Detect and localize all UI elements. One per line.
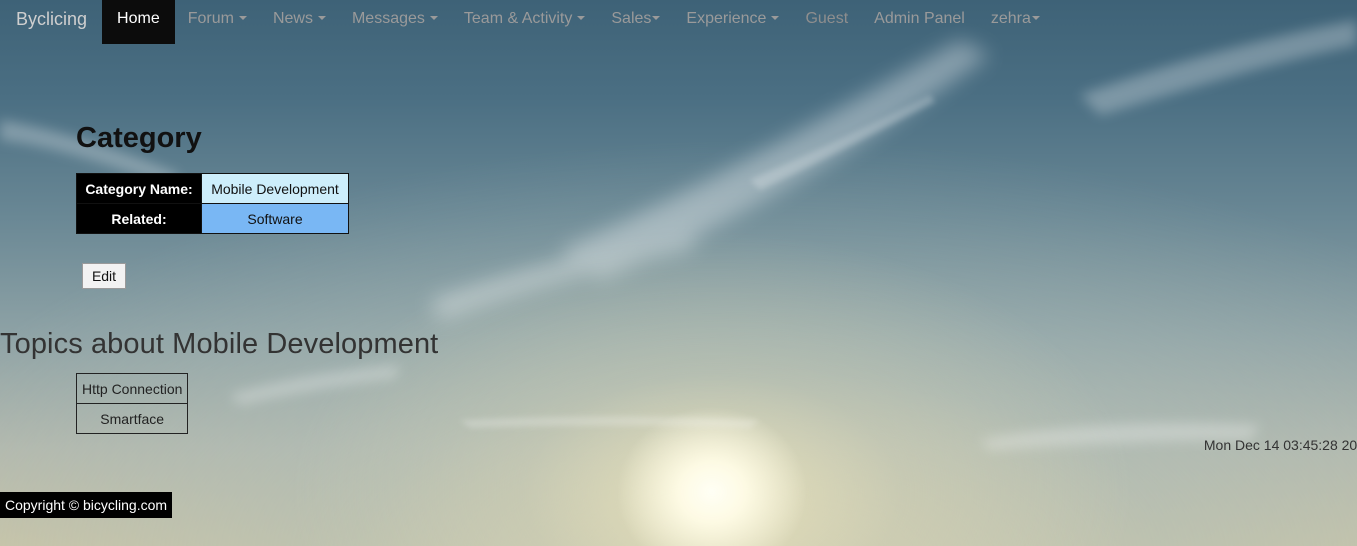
topics-heading: Topics about Mobile Development bbox=[0, 328, 439, 360]
brand-link[interactable]: Byclicing bbox=[0, 0, 102, 44]
related-value[interactable]: Software bbox=[201, 203, 349, 234]
top-navbar: Byclicing Home Forum News Messages Team … bbox=[0, 0, 1357, 44]
caret-down-icon bbox=[238, 15, 247, 20]
related-label: Related: bbox=[76, 203, 202, 234]
caret-down-icon bbox=[771, 15, 780, 20]
topics-table: Http Connection Smartface bbox=[75, 373, 189, 434]
nav-admin-panel-label: Admin Panel bbox=[874, 10, 965, 27]
topic-row: Http Connection bbox=[75, 373, 189, 404]
page-title: Category bbox=[76, 122, 202, 154]
nav-news[interactable]: News bbox=[260, 0, 339, 44]
edit-button[interactable]: Edit bbox=[82, 263, 126, 289]
nav-team-activity-label: Team & Activity bbox=[463, 10, 573, 27]
category-name-label: Category Name: bbox=[76, 173, 202, 204]
sky-background bbox=[0, 20, 1357, 450]
nav-admin-panel[interactable]: Admin Panel bbox=[861, 0, 978, 44]
nav-forum-label: Forum bbox=[187, 10, 234, 27]
nav-home-label: Home bbox=[117, 10, 160, 27]
nav-messages[interactable]: Messages bbox=[339, 0, 451, 44]
caret-down-icon bbox=[1031, 15, 1040, 20]
nav-guest-label: Guest bbox=[805, 10, 849, 27]
nav-sales[interactable]: Sales bbox=[598, 0, 673, 44]
nav-news-label: News bbox=[272, 10, 313, 27]
nav-guest[interactable]: Guest bbox=[792, 0, 861, 44]
clock-timestamp: Mon Dec 14 03:45:28 201 bbox=[1203, 437, 1357, 453]
caret-down-icon bbox=[577, 15, 586, 20]
nav-sales-label: Sales bbox=[611, 10, 652, 27]
category-name-row: Category Name: Mobile Development bbox=[76, 173, 349, 204]
caret-down-icon bbox=[317, 15, 326, 20]
footer-copyright: Copyright © bicycling.com bbox=[0, 492, 173, 518]
caret-down-icon bbox=[652, 15, 661, 20]
topic-link-http-connection[interactable]: Http Connection bbox=[75, 373, 189, 404]
category-details-table: Category Name: Mobile Development Relate… bbox=[76, 173, 349, 234]
nav-messages-label: Messages bbox=[351, 10, 425, 27]
nav-team-activity[interactable]: Team & Activity bbox=[451, 0, 598, 44]
topic-row: Smartface bbox=[75, 403, 189, 434]
nav-forum[interactable]: Forum bbox=[175, 0, 260, 44]
category-name-value: Mobile Development bbox=[201, 173, 349, 204]
nav-user-menu[interactable]: zehra bbox=[978, 0, 1053, 44]
nav-home[interactable]: Home bbox=[102, 0, 175, 44]
related-row: Related: Software bbox=[76, 203, 349, 234]
caret-down-icon bbox=[429, 15, 438, 20]
nav-experience-label: Experience bbox=[686, 10, 767, 27]
nav-experience[interactable]: Experience bbox=[673, 0, 792, 44]
nav-user-label: zehra bbox=[990, 10, 1031, 27]
topic-link-smartface[interactable]: Smartface bbox=[75, 403, 189, 434]
